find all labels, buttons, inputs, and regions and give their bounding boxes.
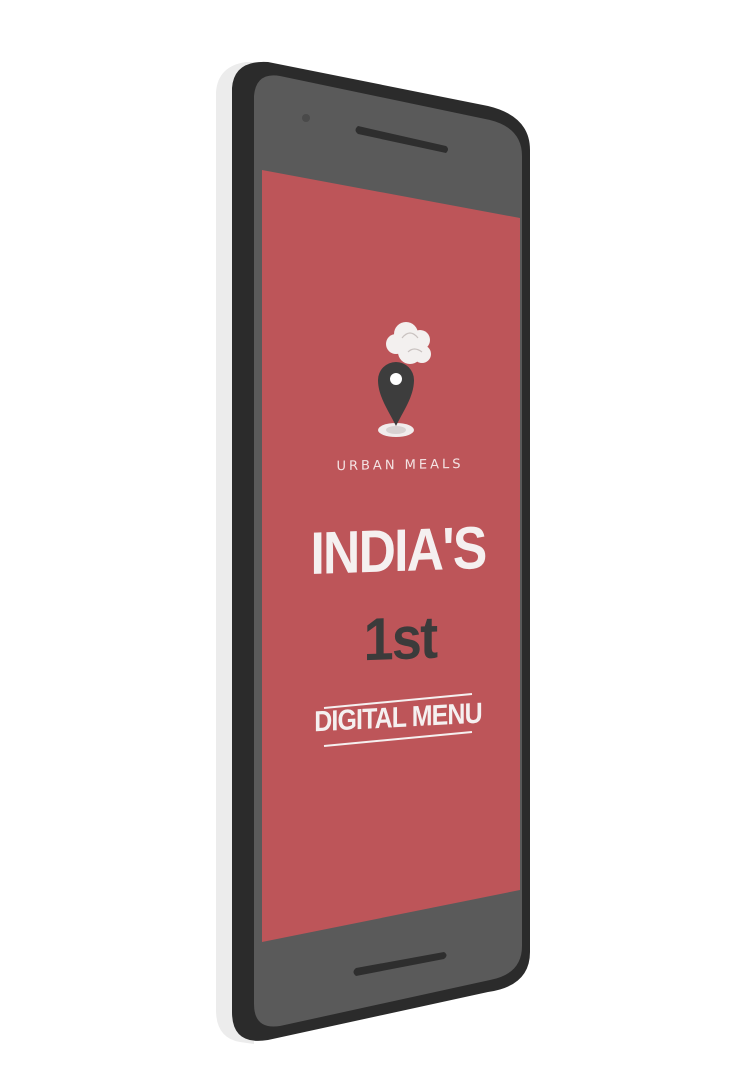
splash-screen	[262, 170, 520, 942]
phone-body	[216, 61, 530, 1044]
location-pin-icon	[378, 362, 414, 437]
device-mockup: URBAN MEALS INDIA'S 1st DIGITAL MENU	[0, 0, 748, 1080]
front-camera-icon	[302, 114, 310, 122]
